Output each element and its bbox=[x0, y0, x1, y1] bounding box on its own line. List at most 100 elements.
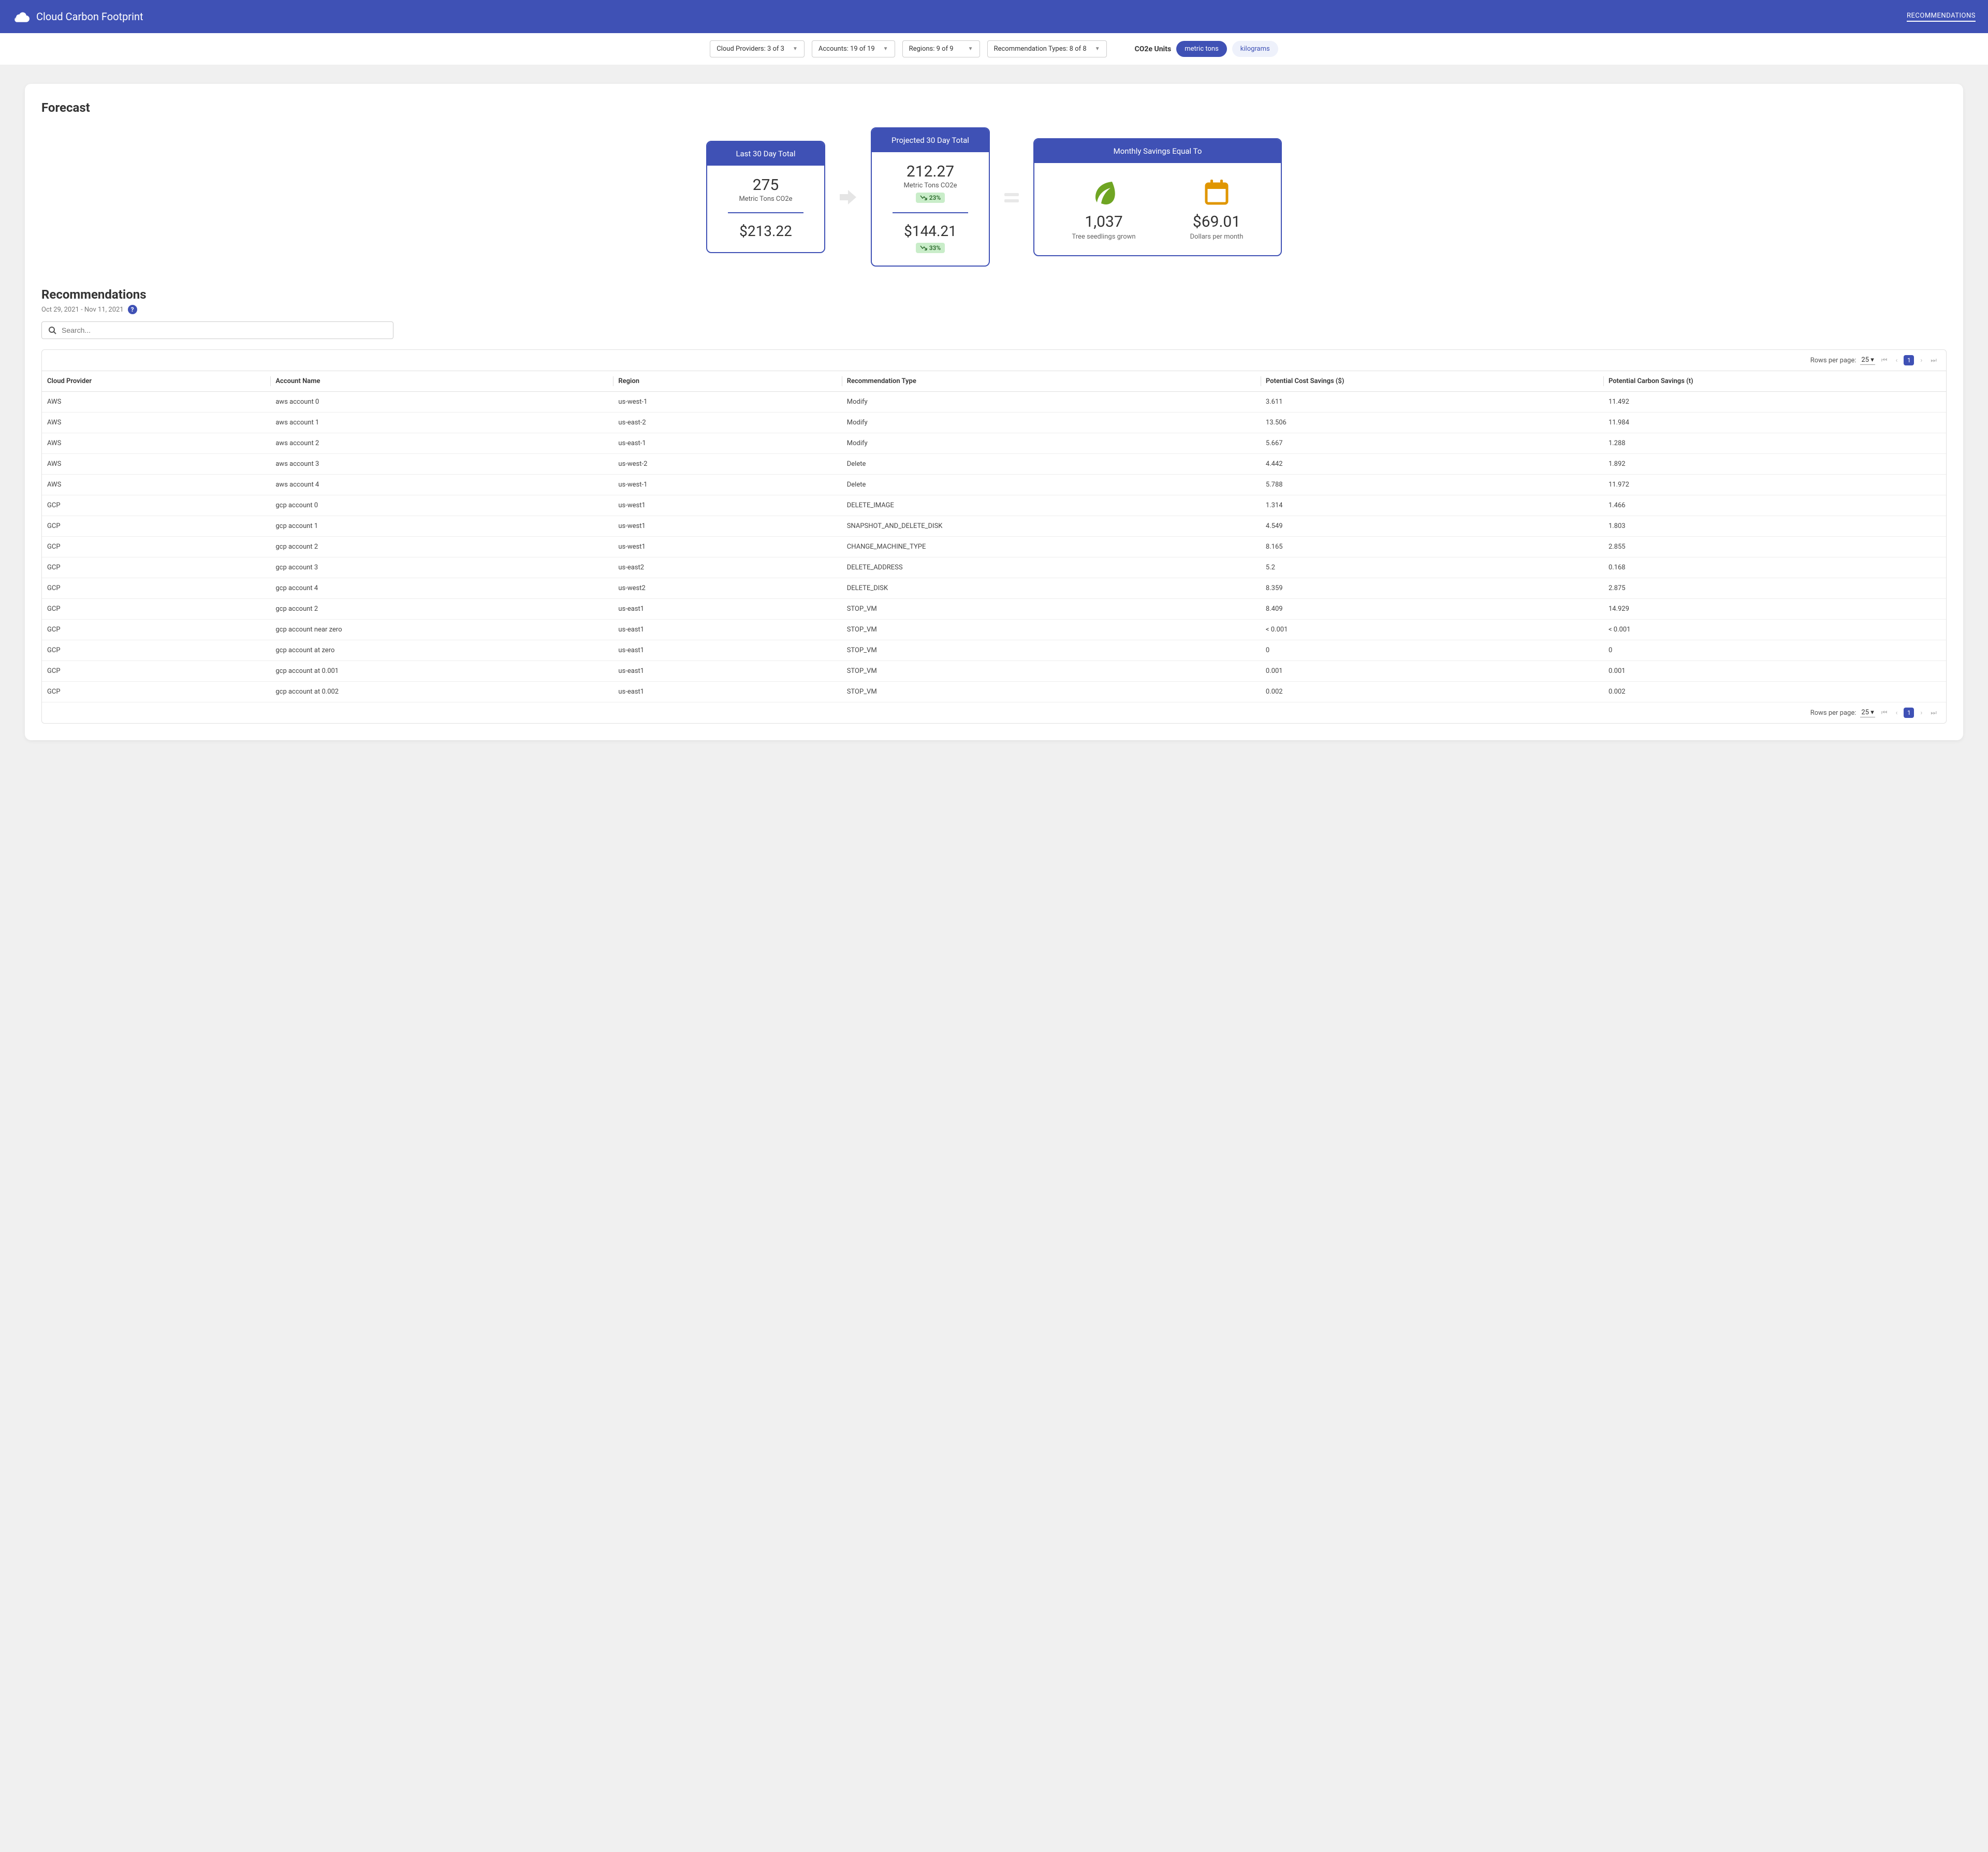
table-cell: 0 bbox=[1603, 640, 1946, 661]
table-cell: 3.611 bbox=[1261, 392, 1603, 413]
unit-metric-tons[interactable]: metric tons bbox=[1176, 41, 1227, 57]
table-cell: Modify bbox=[842, 392, 1261, 413]
page-prev-button[interactable]: ‹ bbox=[1893, 709, 1899, 717]
page-first-button[interactable]: ⏮ bbox=[1879, 709, 1890, 717]
col-region[interactable]: Region bbox=[613, 371, 841, 392]
chevron-down-icon: ▼ bbox=[968, 46, 973, 52]
table-row[interactable]: GCPgcp account 1us-west1SNAPSHOT_AND_DEL… bbox=[42, 516, 1946, 537]
co2-value: 212.27 bbox=[880, 163, 981, 181]
table-cell: gcp account 2 bbox=[270, 599, 613, 620]
filter-accounts[interactable]: Accounts: 19 of 19▼ bbox=[812, 40, 895, 57]
table-row[interactable]: AWSaws account 2us-east-1Modify5.6671.28… bbox=[42, 433, 1946, 454]
table-row[interactable]: GCPgcp account 3us-east2DELETE_ADDRESS5.… bbox=[42, 557, 1946, 578]
table-cell: STOP_VM bbox=[842, 661, 1261, 682]
table-cell: us-west2 bbox=[613, 578, 841, 599]
table-cell: GCP bbox=[42, 537, 270, 557]
search-input[interactable] bbox=[62, 326, 387, 334]
table-cell: Delete bbox=[842, 475, 1261, 495]
rows-per-page-label: Rows per page: bbox=[1810, 357, 1857, 364]
table-cell: AWS bbox=[42, 413, 270, 433]
page-number[interactable]: 1 bbox=[1904, 708, 1914, 718]
col-cloud-provider[interactable]: Cloud Provider bbox=[42, 371, 270, 392]
table-row[interactable]: GCPgcp account 2us-west1CHANGE_MACHINE_T… bbox=[42, 537, 1946, 557]
table-cell: us-east-2 bbox=[613, 413, 841, 433]
filter-cloud-providers[interactable]: Cloud Providers: 3 of 3▼ bbox=[710, 40, 805, 57]
co2-reduction-badge: 23% bbox=[916, 193, 945, 203]
table-cell: aws account 0 bbox=[270, 392, 613, 413]
table-cell: 1.466 bbox=[1603, 495, 1946, 516]
table-row[interactable]: AWSaws account 3us-west-2Delete4.4421.89… bbox=[42, 454, 1946, 475]
filter-recommendation-types[interactable]: Recommendation Types: 8 of 8▼ bbox=[987, 40, 1107, 57]
table-cell: GCP bbox=[42, 516, 270, 537]
col-account-name[interactable]: Account Name bbox=[270, 371, 613, 392]
table-cell: GCP bbox=[42, 640, 270, 661]
table-cell: DELETE_ADDRESS bbox=[842, 557, 1261, 578]
table-row[interactable]: GCPgcp account at 0.002us-east1STOP_VM0.… bbox=[42, 682, 1946, 702]
page-number[interactable]: 1 bbox=[1904, 355, 1914, 365]
trees-value: 1,037 bbox=[1072, 213, 1135, 231]
cost-value: $144.21 bbox=[880, 223, 981, 240]
page-next-button[interactable]: › bbox=[1918, 357, 1924, 364]
trees-label: Tree seedlings grown bbox=[1072, 233, 1135, 241]
table-cell: 0.168 bbox=[1603, 557, 1946, 578]
recommendations-title: Recommendations bbox=[41, 287, 1947, 302]
table-row[interactable]: AWSaws account 0us-west-1Modify3.61111.4… bbox=[42, 392, 1946, 413]
table-cell: GCP bbox=[42, 620, 270, 640]
table-cell: AWS bbox=[42, 454, 270, 475]
table-cell: us-west-1 bbox=[613, 475, 841, 495]
table-cell: Modify bbox=[842, 433, 1261, 454]
table-cell: us-west1 bbox=[613, 516, 841, 537]
table-cell: 0.002 bbox=[1603, 682, 1946, 702]
chevron-down-icon: ▼ bbox=[793, 46, 798, 52]
table-cell: us-east1 bbox=[613, 599, 841, 620]
help-icon[interactable]: ? bbox=[128, 305, 137, 314]
table-cell: GCP bbox=[42, 495, 270, 516]
arrow-right-icon bbox=[838, 187, 858, 208]
col-recommendation-type[interactable]: Recommendation Type bbox=[842, 371, 1261, 392]
table-cell: 11.984 bbox=[1603, 413, 1946, 433]
rows-per-page-select[interactable]: 25 ▾ bbox=[1860, 356, 1875, 365]
cost-reduction-badge: 33% bbox=[916, 243, 945, 253]
page-prev-button[interactable]: ‹ bbox=[1893, 357, 1899, 364]
table-cell: 1.892 bbox=[1603, 454, 1946, 475]
table-row[interactable]: GCPgcp account at zerous-east1STOP_VM00 bbox=[42, 640, 1946, 661]
search-box[interactable] bbox=[41, 321, 393, 339]
unit-kilograms[interactable]: kilograms bbox=[1232, 41, 1278, 57]
table-cell: 4.442 bbox=[1261, 454, 1603, 475]
table-cell: 0 bbox=[1261, 640, 1603, 661]
table-cell: gcp account at 0.001 bbox=[270, 661, 613, 682]
table-cell: GCP bbox=[42, 557, 270, 578]
page-first-button[interactable]: ⏮ bbox=[1879, 357, 1890, 364]
table-cell: Delete bbox=[842, 454, 1261, 475]
page-last-button[interactable]: ⏭ bbox=[1928, 709, 1939, 717]
table-cell: STOP_VM bbox=[842, 620, 1261, 640]
card-last-30-days: Last 30 Day Total 275 Metric Tons CO2e $… bbox=[706, 141, 825, 253]
table-row[interactable]: GCPgcp account 2us-east1STOP_VM8.40914.9… bbox=[42, 599, 1946, 620]
app-logo-icon bbox=[12, 11, 30, 22]
table-cell: gcp account 3 bbox=[270, 557, 613, 578]
rows-per-page-select[interactable]: 25 ▾ bbox=[1860, 709, 1875, 717]
col-cost-savings[interactable]: Potential Cost Savings ($) bbox=[1261, 371, 1603, 392]
col-carbon-savings[interactable]: Potential Carbon Savings (t) bbox=[1603, 371, 1946, 392]
page-next-button[interactable]: › bbox=[1918, 709, 1924, 717]
table-row[interactable]: GCPgcp account 0us-west1DELETE_IMAGE1.31… bbox=[42, 495, 1946, 516]
table-row[interactable]: GCPgcp account near zerous-east1STOP_VM<… bbox=[42, 620, 1946, 640]
page-last-button[interactable]: ⏭ bbox=[1928, 357, 1939, 364]
table-cell: gcp account at 0.002 bbox=[270, 682, 613, 702]
table-cell: us-west1 bbox=[613, 495, 841, 516]
table-cell: DELETE_IMAGE bbox=[842, 495, 1261, 516]
table-cell: gcp account 1 bbox=[270, 516, 613, 537]
table-row[interactable]: AWSaws account 4us-west-1Delete5.78811.9… bbox=[42, 475, 1946, 495]
nav-recommendations[interactable]: RECOMMENDATIONS bbox=[1907, 12, 1976, 22]
table-cell: gcp account near zero bbox=[270, 620, 613, 640]
table-cell: 0.001 bbox=[1603, 661, 1946, 682]
table-row[interactable]: GCPgcp account at 0.001us-east1STOP_VM0.… bbox=[42, 661, 1946, 682]
table-header-row: Cloud Provider Account Name Region Recom… bbox=[42, 371, 1946, 392]
table-row[interactable]: GCPgcp account 4us-west2DELETE_DISK8.359… bbox=[42, 578, 1946, 599]
table-row[interactable]: AWSaws account 1us-east-2Modify13.50611.… bbox=[42, 413, 1946, 433]
filter-regions[interactable]: Regions: 9 of 9▼ bbox=[902, 40, 980, 57]
rows-per-page-label: Rows per page: bbox=[1810, 709, 1857, 717]
table-cell: us-east2 bbox=[613, 557, 841, 578]
table-cell: us-east1 bbox=[613, 661, 841, 682]
table-cell: gcp account at zero bbox=[270, 640, 613, 661]
